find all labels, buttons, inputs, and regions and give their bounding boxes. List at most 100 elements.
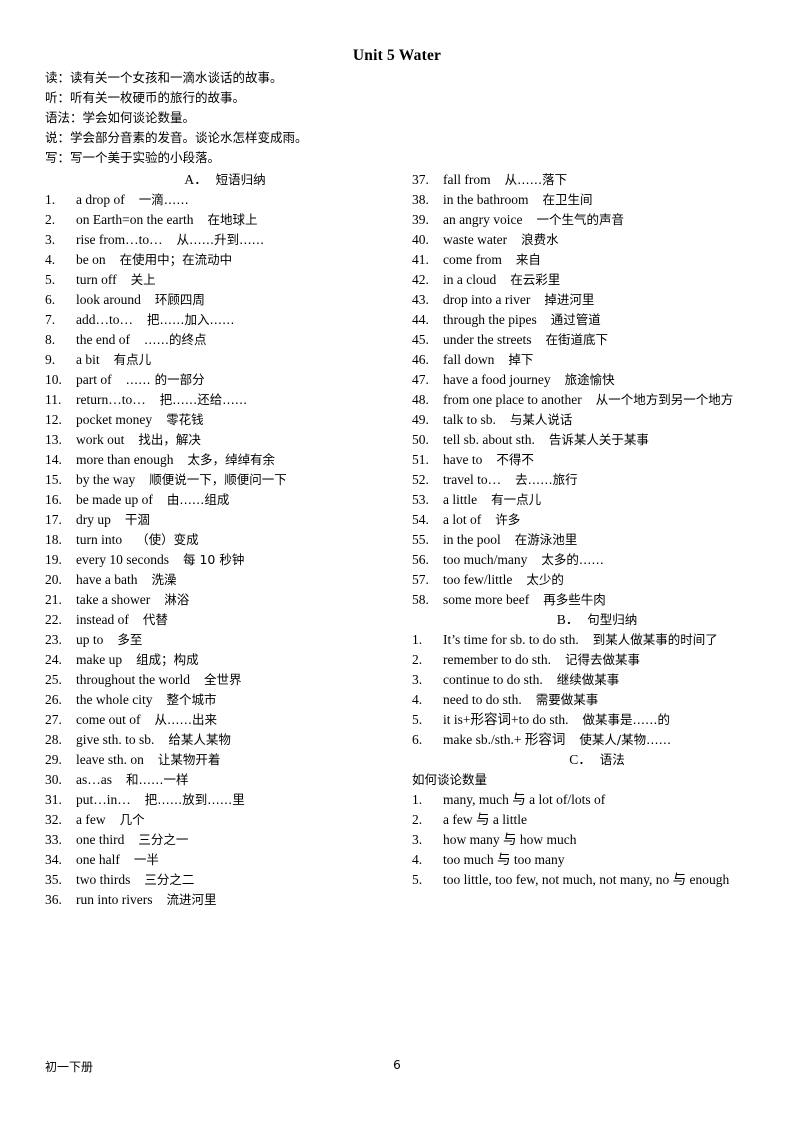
phrase-item: 16. be made up of 由……组成 [45, 490, 405, 510]
item-number: 46. [412, 352, 429, 367]
sentence-pattern-list: 1. It’s time for sb. to do sth. 到某人做某事的时间了… [412, 630, 782, 750]
item-english: a lot of [443, 512, 482, 527]
item-chinese: 一滴…… [138, 192, 189, 207]
section-title: 句型归纳 [587, 612, 638, 627]
item-number: 4. [412, 852, 423, 867]
item-english: in the pool [443, 532, 501, 547]
item-chinese: 有一点儿 [491, 492, 542, 507]
item-chinese: 来自 [515, 252, 541, 267]
phrase-item: 41. come from 来自 [412, 250, 782, 270]
phrase-item: 25. throughout the world 全世界 [45, 670, 405, 690]
item-number: 21. [45, 592, 62, 607]
item-english: up to [76, 632, 104, 647]
phrase-item: 35. two thirds 三分之二 [45, 870, 405, 890]
item-number: 5. [412, 712, 423, 727]
grammar-point-list: 1. many, much 与 a lot of/lots of 2. a few 与… [412, 790, 782, 890]
item-chinese: …… 的一部分 [125, 372, 205, 387]
item-english: remember to do sth. [443, 652, 551, 667]
item-number: 7. [45, 312, 56, 327]
section-letter: C． [569, 752, 592, 767]
item-number: 27. [45, 712, 62, 727]
item-number: 42. [412, 272, 429, 287]
phrase-item: 18. turn into （使）变成 [45, 530, 405, 550]
item-english: too few/little [443, 572, 513, 587]
item-english: a drop of [76, 192, 125, 207]
item-chinese: 在地球上 [207, 212, 258, 227]
item-number: 11. [45, 392, 62, 407]
item-chinese: 多至 [117, 632, 143, 647]
item-english: drop into a river [443, 292, 531, 307]
item-chinese: 零花钱 [166, 412, 204, 427]
item-number: 49. [412, 412, 429, 427]
phrase-item: 7. add…to… 把……加入…… [45, 310, 405, 330]
footer-page-number: 6 [393, 1058, 401, 1072]
item-english: a little [443, 492, 478, 507]
item-english: an angry voice [443, 212, 523, 227]
item-english: be made up of [76, 492, 153, 507]
phrase-item: 48. from one place to another 从一个地方到另一个地方 [412, 390, 782, 410]
item-chinese: 一个生气的声音 [536, 212, 624, 227]
phrase-item: 4. be on 在使用中；在流动中 [45, 250, 405, 270]
item-number: 9. [45, 352, 56, 367]
item-english: add…to… [76, 312, 133, 327]
sentence-pattern-item: 3. continue to do sth. 继续做某事 [412, 670, 782, 690]
item-number: 33. [45, 832, 62, 847]
phrase-item: 12. pocket money 零花钱 [45, 410, 405, 430]
item-english: continue to do sth. [443, 672, 543, 687]
item-chinese: 需要做某事 [535, 692, 599, 707]
phrase-item: 29. leave sth. on 让某物开着 [45, 750, 405, 770]
item-english: It’s time for sb. to do sth. [443, 632, 579, 647]
phrase-item: 51. have to 不得不 [412, 450, 782, 470]
item-english: make up [76, 652, 123, 667]
item-number: 3. [412, 672, 423, 687]
item-english: in a cloud [443, 272, 497, 287]
phrase-item: 50. tell sb. about sth. 告诉某人关于某事 [412, 430, 782, 450]
item-chinese: 干涸 [124, 512, 150, 527]
item-english: a bit [76, 352, 100, 367]
phrase-item: 46. fall down 掉下 [412, 350, 782, 370]
phrase-item: 56. too much/many 太多的…… [412, 550, 782, 570]
item-number: 4. [412, 692, 423, 707]
item-number: 53. [412, 492, 429, 507]
item-chinese: 记得去做某事 [564, 652, 640, 667]
item-english: through the pipes [443, 312, 537, 327]
phrase-item: 9. a bit 有点儿 [45, 350, 405, 370]
item-english: one third [76, 832, 125, 847]
item-number: 41. [412, 252, 429, 267]
item-english: how many 与 how much [443, 832, 577, 847]
item-english: one half [76, 852, 120, 867]
item-english: the end of [76, 332, 130, 347]
item-chinese: 继续做某事 [556, 672, 620, 687]
item-english: work out [76, 432, 125, 447]
item-chinese: 掉下 [508, 352, 534, 367]
item-english: by the way [76, 472, 136, 487]
item-english: have a food journey [443, 372, 551, 387]
item-number: 45. [412, 332, 429, 347]
item-number: 2. [412, 652, 423, 667]
item-number: 2. [45, 212, 56, 227]
phrase-item: 14. more than enough 太多，绰绰有余 [45, 450, 405, 470]
item-english: rise from…to… [76, 232, 163, 247]
phrase-item: 44. through the pipes 通过管道 [412, 310, 782, 330]
item-english: too little, too few, not much, not many,… [443, 872, 730, 887]
item-number: 38. [412, 192, 429, 207]
item-english: some more beef [443, 592, 530, 607]
item-chinese: 流进河里 [166, 892, 217, 907]
page-title: Unit 5 Water [352, 47, 442, 64]
item-chinese: 从一个地方到另一个地方 [595, 392, 734, 407]
item-number: 15. [45, 472, 62, 487]
item-english: on Earth=on the earth [76, 212, 194, 227]
item-english: too much/many [443, 552, 528, 567]
item-number: 18. [45, 532, 62, 547]
item-chinese: 把……放到……里 [144, 792, 245, 807]
item-chinese: 一半 [133, 852, 159, 867]
intro-line: 读：读有关一个女孩和一滴水谈话的故事。 [45, 70, 283, 85]
item-number: 24. [45, 652, 62, 667]
item-chinese: 从……落下 [504, 172, 568, 187]
grammar-point-item: 5. too little, too few, not much, not man… [412, 870, 782, 890]
phrase-item: 57. too few/little 太少的 [412, 570, 782, 590]
item-number: 20. [45, 572, 62, 587]
item-number: 13. [45, 432, 62, 447]
item-chinese: 太多的…… [541, 552, 604, 567]
item-english: make sb./sth.+ 形容词 [443, 732, 566, 747]
